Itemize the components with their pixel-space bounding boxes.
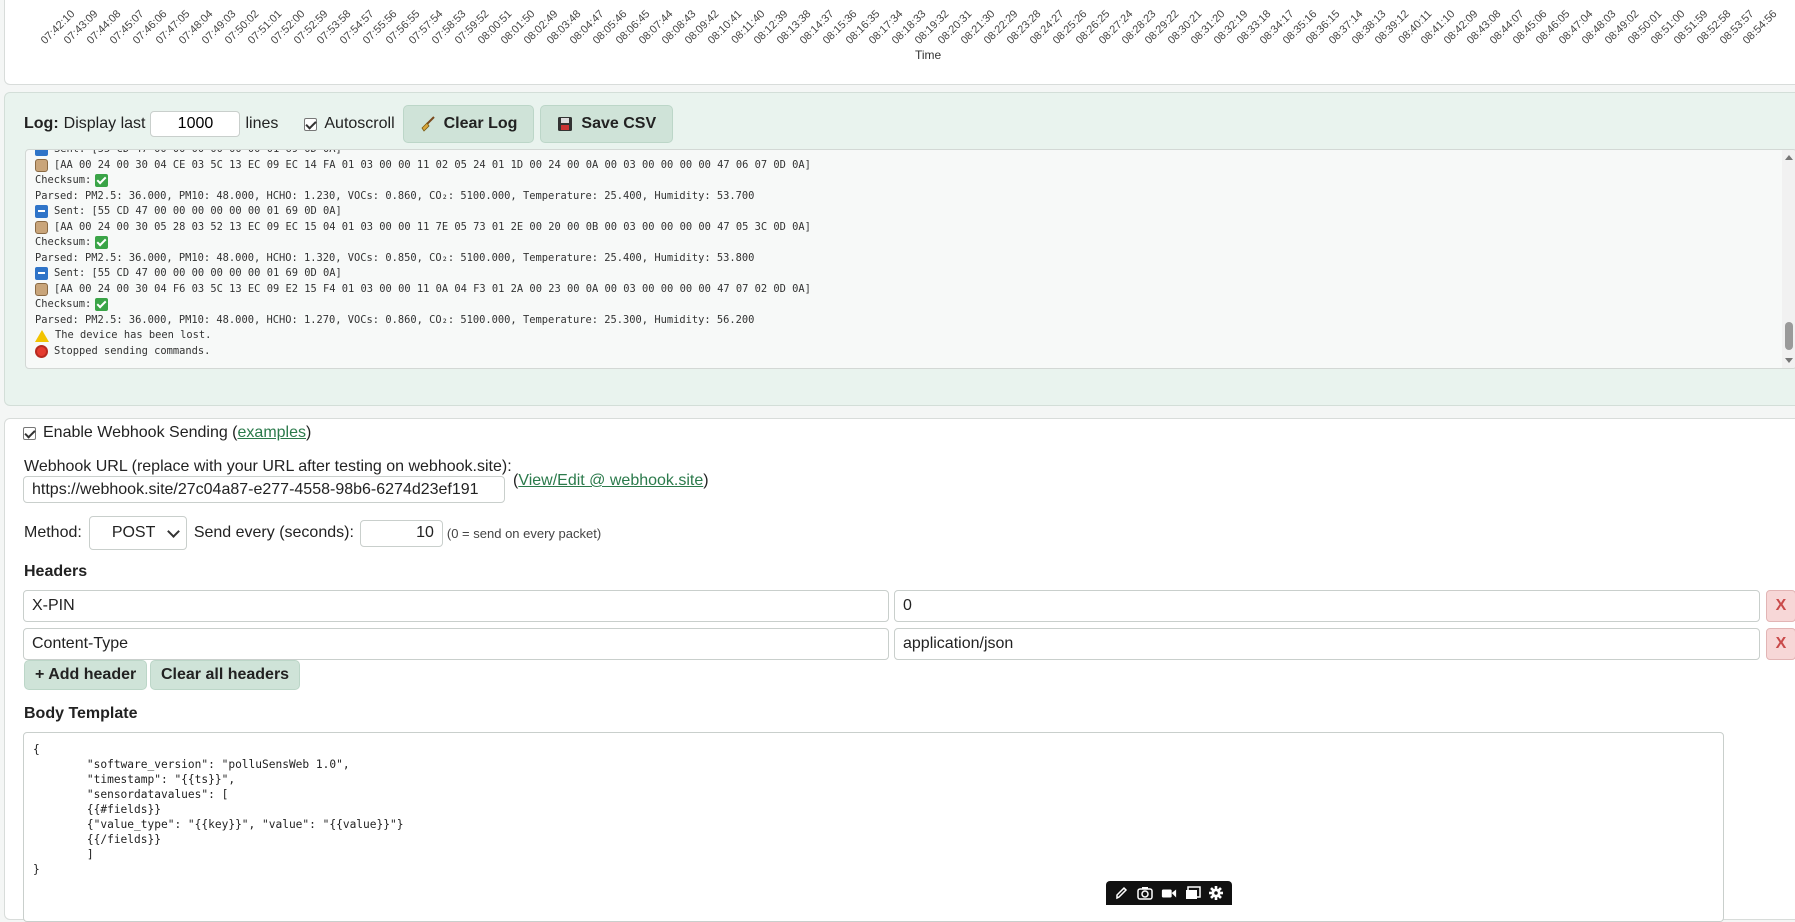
log-line-text: The device has been lost.	[55, 329, 212, 341]
log-line-text: Sent: [55 CD 47 00 00 00 00 00 00 01 69 …	[54, 149, 342, 155]
log-line-text: Checksum:	[35, 298, 92, 310]
log-line: Checksum:	[35, 173, 811, 189]
log-line: Parsed: PM2.5: 36.000, PM10: 48.000, HCH…	[35, 189, 811, 205]
log-line-text: [AA 00 24 00 30 04 CE 03 5C 13 EC 09 EC …	[54, 158, 811, 171]
log-line-text: [AA 00 24 00 30 05 28 03 52 13 EC 09 EC …	[54, 220, 811, 233]
log-line-text: Checksum:	[35, 236, 92, 248]
log-line-text: Parsed: PM2.5: 36.000, PM10: 48.000, HCH…	[35, 189, 755, 202]
view-edit-link-wrapper: (View/Edit @ webhook.site)	[513, 472, 709, 490]
autoscroll-label: Autoscroll	[324, 115, 395, 132]
log-line: [AA 00 24 00 30 05 28 03 52 13 EC 09 EC …	[35, 220, 811, 236]
chart-x-axis-strip: 07:42:10 07:43:09 07:44:08 07:45:07 07:46:06…	[4, 0, 1795, 85]
clear-log-label: Clear Log	[443, 115, 518, 132]
chevron-down-icon	[166, 524, 180, 538]
clear-log-button[interactable]: Clear Log	[402, 105, 535, 143]
webhook-enable-row: Enable Webhook Sending (examples)	[23, 424, 311, 442]
log-line: Sent: [55 CD 47 00 00 00 00 00 00 01 69 …	[35, 204, 811, 220]
webhook-url-label: Webhook URL (replace with your URL after…	[24, 458, 512, 475]
header-value-input[interactable]: application/json	[894, 628, 1760, 660]
header-key-input[interactable]: Content-Type	[23, 628, 889, 660]
view-edit-webhook-link[interactable]: View/Edit @ webhook.site	[518, 472, 703, 489]
autoscroll-checkbox[interactable]	[304, 117, 318, 131]
log-line: Parsed: PM2.5: 36.000, PM10: 48.000, HCH…	[35, 251, 811, 267]
body-template-textarea[interactable]: { "software_version": "polluSensWeb 1.0"…	[23, 732, 1724, 922]
log-panel: Log: Display last lines Autoscroll Clear…	[4, 92, 1795, 406]
lines-label: lines	[245, 115, 279, 132]
log-line: Checksum:	[35, 235, 811, 251]
log-line-text: Parsed: PM2.5: 36.000, PM10: 48.000, HCH…	[35, 313, 755, 326]
log-line-text: Parsed: PM2.5: 36.000, PM10: 48.000, HCH…	[35, 251, 755, 264]
screen-capture-toolbar	[1106, 881, 1232, 905]
pen-icon[interactable]	[1114, 886, 1130, 900]
camera-icon[interactable]	[1137, 886, 1154, 900]
enable-webhook-label-close: )	[306, 424, 312, 441]
checkmark-icon	[95, 174, 109, 188]
broom-icon	[421, 116, 435, 132]
arrow-right-icon	[35, 267, 48, 281]
log-line-text: Sent: [55 CD 47 00 00 00 00 00 00 01 69 …	[54, 267, 342, 279]
delete-header-button[interactable]: X	[1766, 590, 1795, 622]
warning-icon	[35, 329, 49, 342]
floppy-disk-icon	[558, 117, 573, 131]
gear-icon[interactable]	[1208, 886, 1224, 900]
log-line: [AA 00 24 00 30 04 F6 03 5C 13 EC 09 E2 …	[35, 282, 811, 298]
method-label: Method:	[24, 524, 82, 541]
package-icon	[35, 220, 48, 234]
log-line-text: Sent: [55 CD 47 00 00 00 00 00 00 01 69 …	[54, 205, 342, 217]
headers-title: Headers	[24, 563, 88, 580]
scroll-up-arrow-icon[interactable]	[1785, 155, 1793, 160]
package-icon	[35, 158, 48, 172]
webhook-url-input[interactable]: https://webhook.site/27c04a87-e277-4558-…	[23, 476, 505, 503]
log-line-text: Checksum:	[35, 174, 92, 186]
log-line-text: [AA 00 24 00 30 04 F6 03 5C 13 EC 09 E2 …	[54, 282, 811, 295]
scroll-thumb[interactable]	[1785, 322, 1793, 350]
log-lines: Sent: [55 CD 47 00 00 00 00 00 00 01 69 …	[35, 149, 811, 360]
video-icon[interactable]	[1161, 886, 1177, 900]
send-every-hint: (0 = send on every packet)	[446, 525, 602, 541]
enable-webhook-label: Enable Webhook Sending (	[43, 424, 238, 441]
header-value-input[interactable]: 0	[894, 590, 1760, 622]
log-label: Log:	[24, 115, 59, 132]
delete-header-button[interactable]: X	[1766, 628, 1795, 660]
send-every-input[interactable]: 10	[359, 519, 443, 547]
view-link-close-paren: )	[703, 472, 709, 489]
arrow-right-icon	[35, 205, 48, 219]
log-toolbar: Log: Display last lines Autoscroll Clear…	[24, 105, 674, 143]
log-line: Sent: [55 CD 47 00 00 00 00 00 00 01 69 …	[35, 266, 811, 282]
method-row: Method: POST Send every (seconds): 10 (0…	[24, 516, 602, 550]
package-icon	[35, 282, 48, 296]
arrow-right-icon	[35, 150, 48, 157]
display-last-label: Display last	[63, 115, 146, 132]
log-line-text: Stopped sending commands.	[54, 344, 211, 357]
log-line: Checksum:	[35, 297, 811, 313]
scroll-down-arrow-icon[interactable]	[1785, 358, 1793, 363]
method-value: POST	[111, 524, 156, 541]
log-line: Sent: [55 CD 47 00 00 00 00 00 00 01 69 …	[35, 149, 811, 158]
window-icon[interactable]	[1185, 886, 1201, 900]
body-template-text: { "software_version": "polluSensWeb 1.0"…	[33, 743, 404, 876]
save-csv-button[interactable]: Save CSV	[540, 105, 674, 143]
header-key-input[interactable]: X-PIN	[23, 590, 889, 622]
log-output[interactable]: Sent: [55 CD 47 00 00 00 00 00 00 01 69 …	[25, 149, 1795, 369]
clear-all-headers-button[interactable]: Clear all headers	[150, 660, 301, 690]
body-template-title: Body Template	[24, 705, 138, 722]
enable-webhook-checkbox[interactable]	[23, 426, 36, 440]
stop-icon	[35, 344, 48, 358]
checkmark-icon	[95, 298, 109, 312]
x-axis-ticks: 07:42:10 07:43:09 07:44:08 07:45:07 07:46:06…	[5, 0, 1795, 47]
examples-link[interactable]: examples	[238, 424, 306, 442]
log-line: Parsed: PM2.5: 36.000, PM10: 48.000, HCH…	[35, 313, 811, 329]
x-axis-title: Time	[915, 48, 942, 62]
log-line: Stopped sending commands.	[35, 344, 811, 360]
log-scrollbar[interactable]	[1782, 150, 1795, 368]
save-csv-label: Save CSV	[581, 115, 657, 132]
send-every-label: Send every (seconds):	[193, 524, 354, 541]
display-last-input[interactable]	[150, 111, 241, 137]
method-select[interactable]: POST	[88, 516, 187, 550]
add-header-button[interactable]: + Add header	[24, 660, 148, 690]
log-line: [AA 00 24 00 30 04 CE 03 5C 13 EC 09 EC …	[35, 158, 811, 174]
log-line: The device has been lost.	[35, 328, 811, 344]
checkmark-icon	[95, 236, 109, 250]
